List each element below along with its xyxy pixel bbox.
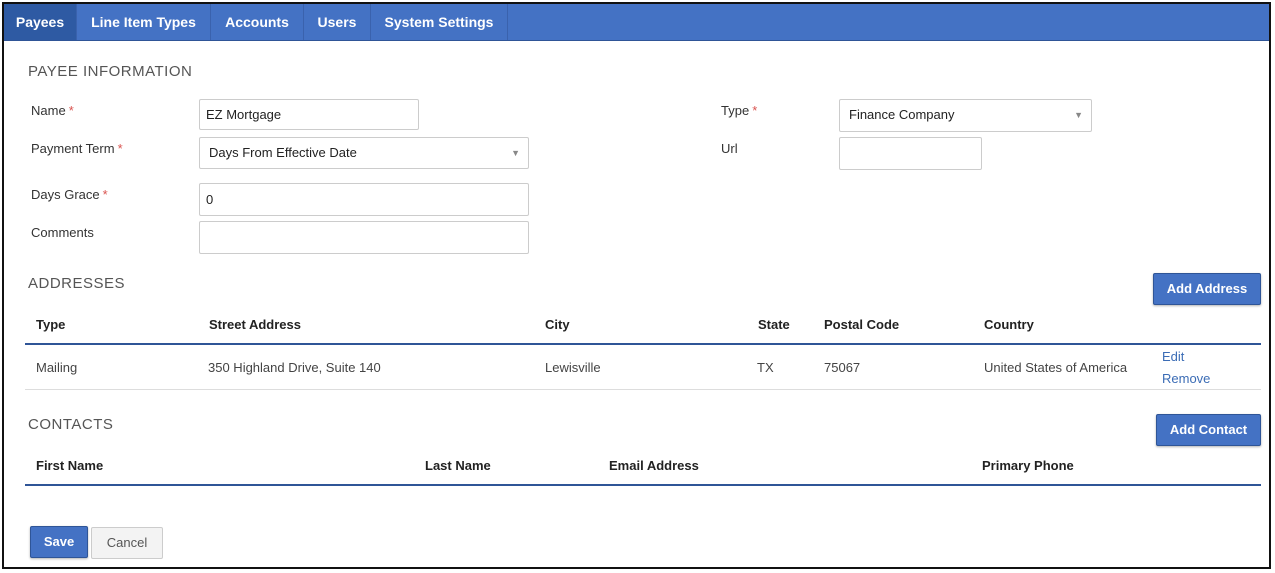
days-grace-input[interactable]: [199, 183, 529, 216]
name-label: Name *: [31, 103, 74, 118]
payee-information-heading: PAYEE INFORMATION: [28, 63, 193, 80]
address-city-cell: Lewisville: [545, 360, 601, 375]
address-postal-cell: 75067: [824, 360, 861, 375]
remove-address-link[interactable]: Remove: [1162, 371, 1210, 386]
name-input[interactable]: [199, 99, 419, 130]
address-col-postal: Postal Code: [824, 317, 900, 332]
payee-editor-window: Payees Line Item Types Accounts Users Sy…: [2, 2, 1271, 569]
address-col-street: Street Address: [209, 317, 301, 332]
contact-col-last-name: Last Name: [425, 458, 491, 473]
comments-input[interactable]: [199, 221, 529, 254]
comments-label: Comments: [31, 225, 94, 240]
dropdown-caret-icon: ▼: [511, 148, 520, 158]
tab-accounts[interactable]: Accounts: [211, 4, 304, 40]
address-col-type: Type: [36, 317, 66, 332]
contact-col-primary-phone: Primary Phone: [982, 458, 1074, 473]
addresses-heading: ADDRESSES: [28, 275, 126, 292]
address-country-cell: United States of America: [984, 360, 1128, 375]
required-marker: *: [68, 103, 74, 118]
save-button[interactable]: Save: [30, 526, 88, 558]
contact-col-first-name: First Name: [36, 458, 104, 473]
type-select[interactable]: Finance Company ▼: [839, 99, 1092, 132]
required-marker: *: [102, 187, 108, 202]
type-label: Type *: [721, 103, 757, 118]
days-grace-label: Days Grace *: [31, 187, 108, 202]
address-col-state: State: [758, 317, 790, 332]
tab-users[interactable]: Users: [304, 4, 371, 40]
required-marker: *: [117, 141, 123, 156]
payment-term-select[interactable]: Days From Effective Date ▼: [199, 137, 529, 169]
name-label-text: Name: [31, 103, 66, 118]
address-street-cell: 350 Highland Drive, Suite 140: [208, 360, 381, 375]
address-col-city: City: [545, 317, 570, 332]
cancel-button[interactable]: Cancel: [91, 527, 163, 559]
add-address-button[interactable]: Add Address: [1153, 273, 1261, 305]
type-selected-value: Finance Company: [849, 107, 955, 122]
address-type-cell: Mailing: [36, 360, 78, 375]
payment-term-selected-value: Days From Effective Date: [209, 145, 357, 160]
url-label: Url: [721, 141, 738, 156]
addresses-header-divider: [25, 343, 1261, 345]
required-marker: *: [752, 103, 758, 118]
address-col-country: Country: [984, 317, 1034, 332]
contact-col-email: Email Address: [609, 458, 699, 473]
address-state-cell: TX: [757, 360, 774, 375]
contacts-header-divider: [25, 484, 1261, 486]
tab-bar: Payees Line Item Types Accounts Users Sy…: [4, 4, 1269, 41]
payment-term-label: Payment Term *: [31, 141, 123, 156]
tab-payees[interactable]: Payees: [4, 4, 77, 40]
tab-system-settings[interactable]: System Settings: [371, 4, 508, 40]
contacts-heading: CONTACTS: [28, 416, 114, 433]
add-contact-button[interactable]: Add Contact: [1156, 414, 1261, 446]
url-input[interactable]: [839, 137, 982, 170]
edit-address-link[interactable]: Edit: [1162, 349, 1184, 364]
tab-line-item-types[interactable]: Line Item Types: [77, 4, 211, 40]
days-grace-label-text: Days Grace: [31, 187, 100, 202]
payment-term-label-text: Payment Term: [31, 141, 115, 156]
dropdown-caret-icon: ▼: [1074, 110, 1083, 120]
type-label-text: Type: [721, 103, 750, 118]
addresses-row-divider: [25, 389, 1261, 390]
